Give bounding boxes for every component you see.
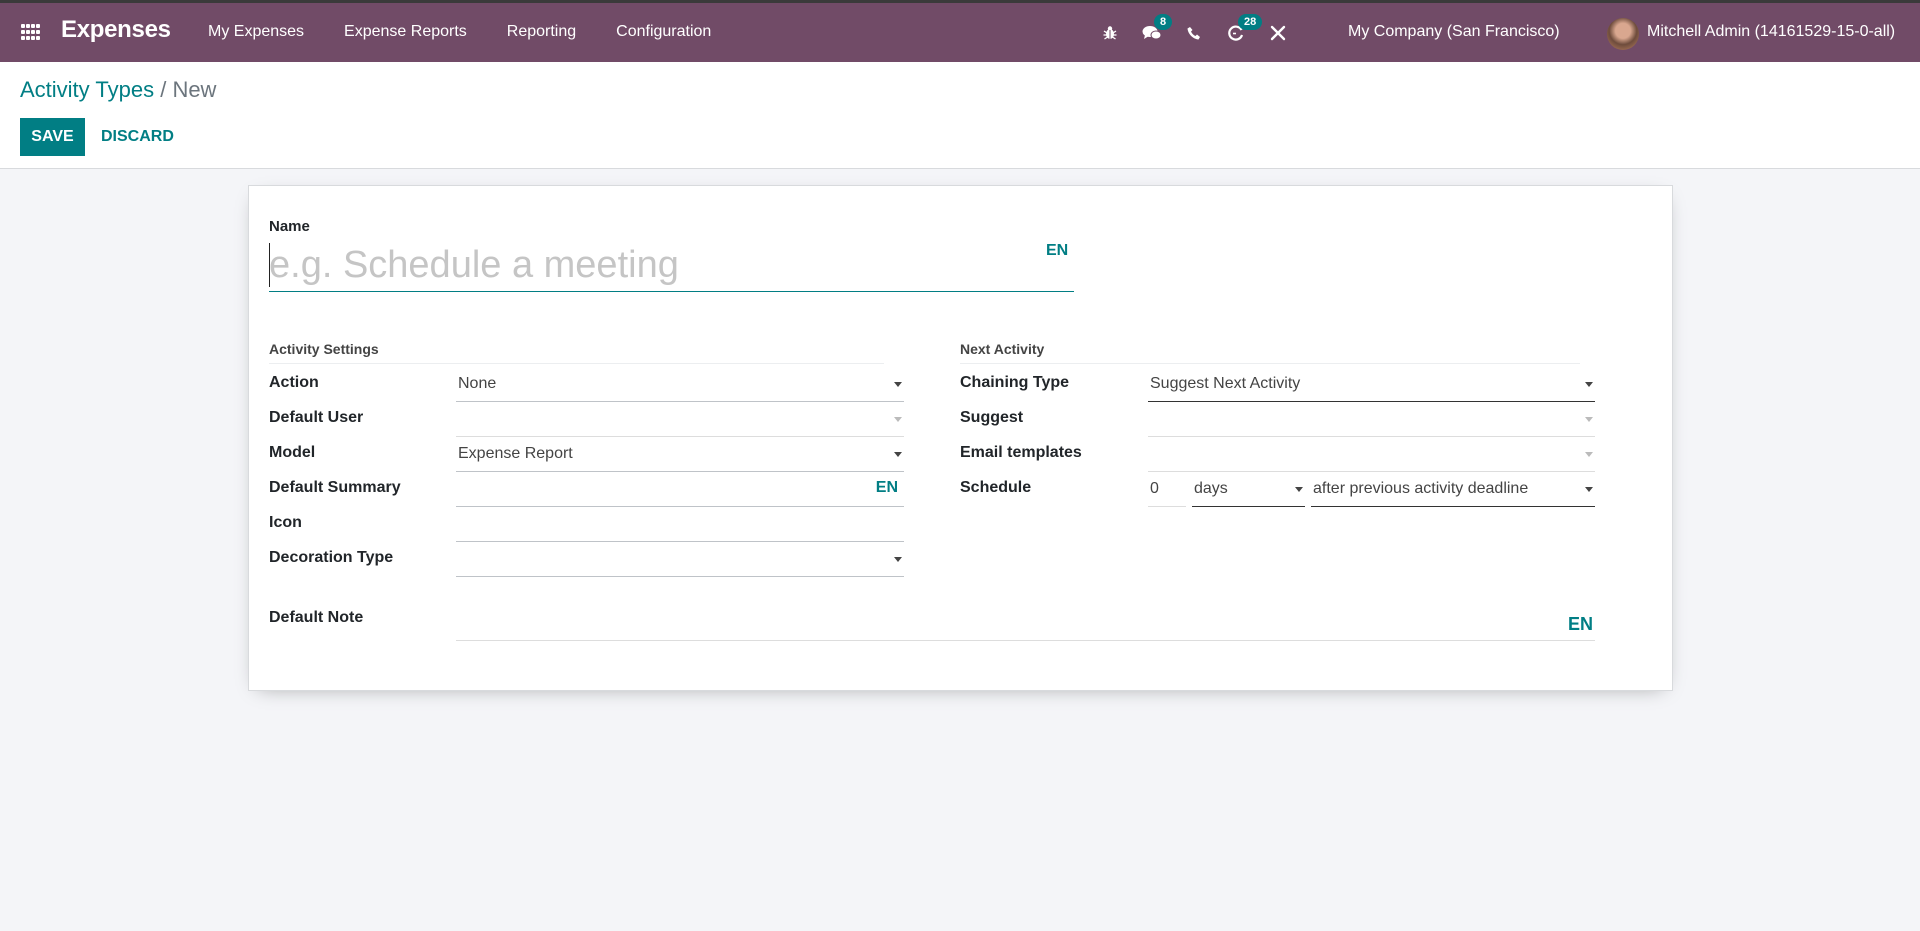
messages-chat-icon[interactable]: 8 <box>1142 13 1173 43</box>
phone-icon[interactable] <box>1184 23 1204 43</box>
app-name[interactable]: Expenses <box>61 16 171 44</box>
chaining-type-select[interactable]: Suggest Next Activity <box>1148 368 1595 402</box>
breadcrumb-activity-types[interactable]: Activity Types <box>20 77 154 102</box>
activity-clock-icon[interactable]: 28 <box>1226 13 1263 43</box>
decoration-type-select[interactable] <box>456 543 904 577</box>
chevron-down-icon <box>894 417 902 422</box>
email-templates-label: Email templates <box>960 444 1082 461</box>
action-value: None <box>458 375 497 392</box>
action-select[interactable]: None <box>456 368 904 402</box>
form-sheet: Name EN Activity Settings Action None De… <box>248 185 1673 691</box>
model-select[interactable]: Expense Report <box>456 438 904 472</box>
tools-icon[interactable] <box>1268 23 1288 43</box>
breadcrumb: Activity Types / New <box>20 77 216 103</box>
chevron-down-icon <box>1585 382 1593 387</box>
menu-configuration[interactable]: Configuration <box>616 23 711 41</box>
decoration-type-label: Decoration Type <box>269 549 394 566</box>
action-label: Action <box>269 374 319 391</box>
menu-reporting[interactable]: Reporting <box>507 23 576 41</box>
menu-expense-reports[interactable]: Expense Reports <box>344 23 467 41</box>
user-menu[interactable]: Mitchell Admin (14161529-15-0-all) <box>1647 23 1895 41</box>
name-translate-button[interactable]: EN <box>1046 242 1068 260</box>
next-activity-title: Next Activity <box>960 341 1580 364</box>
suggest-select[interactable] <box>1148 403 1595 437</box>
schedule-from-select[interactable]: after previous activity deadline <box>1311 473 1595 507</box>
chevron-down-icon <box>894 452 902 457</box>
schedule-unit-select[interactable]: days <box>1192 473 1305 507</box>
breadcrumb-current: New <box>172 77 217 102</box>
chevron-down-icon <box>894 557 902 562</box>
chevron-down-icon <box>1585 417 1593 422</box>
control-panel: Activity Types / New SAVE DISCARD <box>0 62 1920 169</box>
breadcrumb-separator: / <box>154 77 173 102</box>
default-summary-label: Default Summary <box>269 479 401 496</box>
default-summary-translate-button[interactable]: EN <box>876 479 898 497</box>
suggest-label: Suggest <box>960 409 1024 426</box>
model-value: Expense Report <box>458 445 573 462</box>
main-menu: My Expenses Expense Reports Reporting Co… <box>208 23 751 41</box>
icon-label: Icon <box>269 514 302 531</box>
activity-settings-title: Activity Settings <box>269 341 884 364</box>
default-user-select[interactable] <box>456 403 904 437</box>
name-label: Name <box>269 218 310 235</box>
company-switcher[interactable]: My Company (San Francisco) <box>1348 23 1560 41</box>
systray: 8 28 <box>1100 3 1310 62</box>
chevron-down-icon <box>1585 452 1593 457</box>
discard-button[interactable]: DISCARD <box>91 118 184 156</box>
chevron-down-icon <box>894 382 902 387</box>
activities-count-badge: 28 <box>1238 13 1263 30</box>
save-button[interactable]: SAVE <box>20 118 85 156</box>
apps-menu-icon[interactable] <box>21 24 41 41</box>
model-label: Model <box>269 444 316 461</box>
default-note-translate-button[interactable]: EN <box>1568 614 1593 635</box>
chevron-down-icon <box>1295 487 1303 492</box>
name-input[interactable] <box>269 240 1074 292</box>
schedule-label: Schedule <box>960 479 1032 496</box>
schedule-delay-value: 0 <box>1150 480 1159 497</box>
schedule-from-value: after previous activity deadline <box>1313 480 1529 497</box>
chaining-type-label: Chaining Type <box>960 374 1070 391</box>
messages-count-badge: 8 <box>1154 13 1173 30</box>
user-avatar[interactable] <box>1607 18 1639 50</box>
default-note-editor[interactable]: EN <box>456 596 1595 641</box>
text-cursor <box>269 243 270 287</box>
default-note-label: Default Note <box>269 609 364 626</box>
chaining-type-value: Suggest Next Activity <box>1150 375 1301 392</box>
email-templates-select[interactable] <box>1148 438 1595 472</box>
schedule-delay-input[interactable]: 0 <box>1148 473 1186 507</box>
schedule-unit-value: days <box>1194 480 1228 497</box>
default-user-label: Default User <box>269 409 364 426</box>
icon-input[interactable] <box>456 508 904 542</box>
top-navbar: Expenses My Expenses Expense Reports Rep… <box>0 3 1920 62</box>
default-summary-input[interactable]: EN <box>456 473 904 507</box>
debug-bug-icon[interactable] <box>1100 23 1120 43</box>
chevron-down-icon <box>1585 487 1593 492</box>
menu-my-expenses[interactable]: My Expenses <box>208 23 304 41</box>
